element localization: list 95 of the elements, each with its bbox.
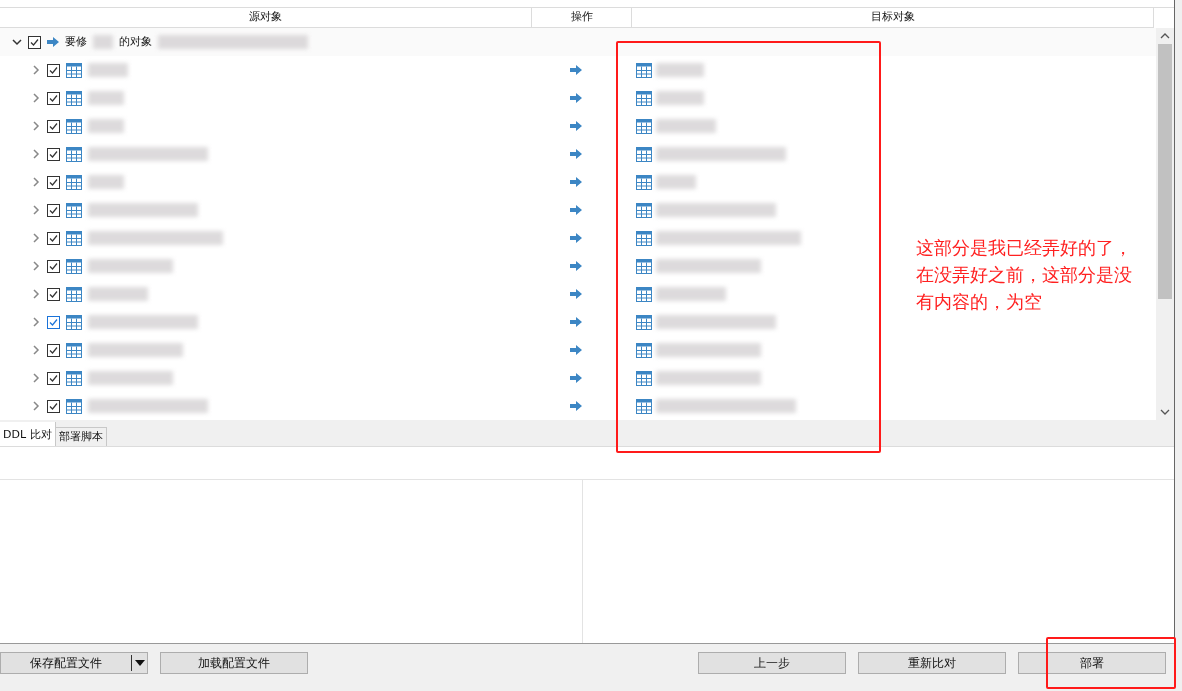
chevron-right-icon[interactable]: [31, 345, 41, 355]
table-icon: [636, 398, 652, 414]
chevron-right-icon[interactable]: [31, 233, 41, 243]
checkbox[interactable]: [47, 175, 60, 189]
table-icon: [66, 286, 82, 302]
table-icon: [636, 286, 652, 302]
chevron-right-icon[interactable]: [31, 93, 41, 103]
checkbox[interactable]: [47, 259, 60, 273]
arrow-right-icon: [47, 37, 59, 47]
table-icon: [66, 370, 82, 386]
blurred-name: [656, 119, 716, 133]
annotation-text: 这部分是我已经弄好的了，在没弄好之前，这部分是没有内容的，为空: [916, 236, 1133, 314]
arrow-right-icon: [570, 345, 582, 355]
checkbox[interactable]: [28, 35, 41, 49]
checkbox[interactable]: [47, 399, 60, 413]
arrow-right-icon: [570, 289, 582, 299]
table-icon: [66, 258, 82, 274]
blurred-name: [656, 287, 726, 301]
chevron-right-icon[interactable]: [31, 205, 41, 215]
blurred-name: [656, 91, 704, 105]
arrow-right-icon: [570, 121, 582, 131]
blurred-name: [88, 287, 148, 301]
checkbox[interactable]: [47, 147, 60, 161]
arrow-right-icon: [570, 65, 582, 75]
table-icon: [636, 342, 652, 358]
column-header[interactable]: 操作: [532, 8, 632, 27]
checkbox[interactable]: [47, 203, 60, 217]
table-icon: [66, 230, 82, 246]
blurred-name: [93, 35, 113, 49]
table-icon: [66, 314, 82, 330]
table-icon: [66, 342, 82, 358]
chevron-right-icon[interactable]: [31, 177, 41, 187]
arrow-right-icon: [570, 93, 582, 103]
column-header[interactable]: 目标对象: [632, 8, 1154, 27]
table-icon: [66, 398, 82, 414]
checkbox[interactable]: [47, 371, 60, 385]
chevron-right-icon[interactable]: [31, 65, 41, 75]
arrow-right-icon: [570, 233, 582, 243]
arrow-right-icon: [570, 373, 582, 383]
blurred-name: [88, 119, 124, 133]
blurred-name: [88, 91, 124, 105]
table-icon: [66, 174, 82, 190]
checkbox[interactable]: [47, 91, 60, 105]
table-icon: [636, 230, 652, 246]
chevron-down-icon[interactable]: [12, 37, 22, 47]
tab[interactable]: DDL 比对: [0, 422, 56, 446]
button[interactable]: 重新比对: [858, 651, 1006, 674]
blurred-name: [656, 63, 704, 77]
dropdown-arrow-icon[interactable]: [134, 659, 145, 666]
scrollbar[interactable]: [1156, 28, 1174, 420]
blurred-name: [88, 175, 124, 189]
chevron-right-icon[interactable]: [31, 401, 41, 411]
checkbox[interactable]: [47, 63, 60, 77]
tab[interactable]: 部署脚本: [55, 427, 107, 446]
table-icon: [66, 118, 82, 134]
table-icon: [66, 146, 82, 162]
column-header[interactable]: 源对象: [0, 8, 532, 27]
blurred-name: [656, 175, 696, 189]
chevron-right-icon[interactable]: [31, 317, 41, 327]
table-icon: [636, 258, 652, 274]
table-icon: [636, 202, 652, 218]
chevron-right-icon[interactable]: [31, 373, 41, 383]
table-icon: [66, 62, 82, 78]
table-icon: [636, 90, 652, 106]
table-icon: [636, 118, 652, 134]
group-label: 要修: [65, 33, 87, 50]
button[interactable]: 上一步: [698, 651, 846, 674]
table-icon: [636, 370, 652, 386]
checkbox[interactable]: [47, 231, 60, 245]
arrow-right-icon: [570, 205, 582, 215]
scrollbar-thumb[interactable]: [1158, 44, 1172, 299]
arrow-right-icon: [570, 317, 582, 327]
table-icon: [66, 90, 82, 106]
chevron-right-icon[interactable]: [31, 149, 41, 159]
blurred-name: [88, 63, 128, 77]
table-icon: [636, 314, 652, 330]
table-icon: [66, 202, 82, 218]
checkbox[interactable]: [47, 119, 60, 133]
checkbox[interactable]: [47, 315, 60, 329]
arrow-right-icon: [570, 177, 582, 187]
arrow-right-icon: [570, 261, 582, 271]
button[interactable]: 加载配置文件: [160, 651, 308, 674]
group-label: 的对象: [119, 33, 152, 50]
arrow-right-icon: [570, 401, 582, 411]
table-icon: [636, 62, 652, 78]
table-icon: [636, 174, 652, 190]
checkbox[interactable]: [47, 343, 60, 357]
arrow-right-icon: [570, 149, 582, 159]
chevron-right-icon[interactable]: [31, 121, 41, 131]
checkbox[interactable]: [47, 287, 60, 301]
chevron-right-icon[interactable]: [31, 289, 41, 299]
button[interactable]: 部署: [1018, 651, 1166, 674]
button[interactable]: 保存配置文件: [0, 651, 148, 674]
table-icon: [636, 146, 652, 162]
chevron-right-icon[interactable]: [31, 261, 41, 271]
